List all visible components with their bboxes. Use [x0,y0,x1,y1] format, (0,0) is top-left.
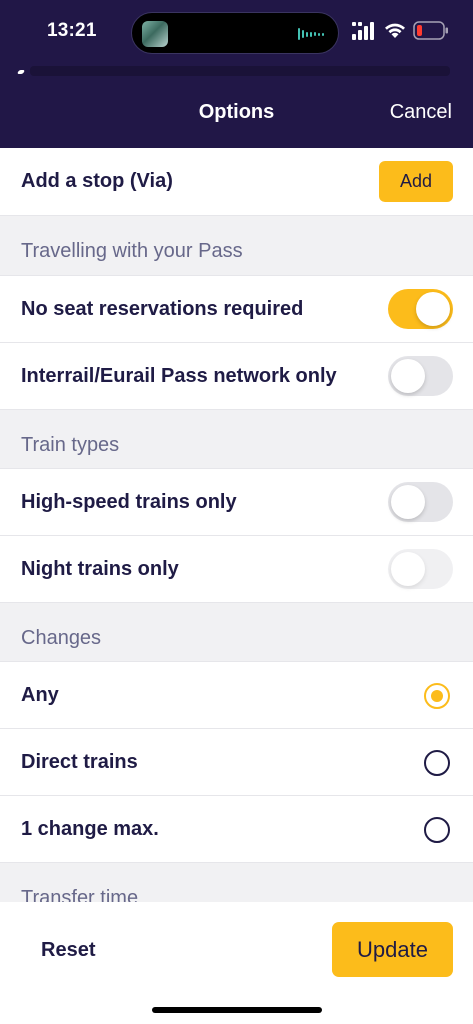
change-option-direct[interactable]: Direct trains [0,729,473,796]
audio-wave-icon [298,27,326,41]
cellular-signal-icon [352,22,374,40]
wifi-icon [385,23,405,38]
battery-low-icon [413,21,448,40]
option-row-pass-network-only: Interrail/Eurail Pass network only [0,343,473,410]
option-label: Any [21,684,59,706]
any-radio[interactable] [424,683,450,709]
status-time: 13:21 [47,20,97,41]
option-label: 1 change max. [21,818,159,840]
section-label: Travelling with your Pass [21,240,243,262]
option-label: No seat reservations required [21,298,304,320]
option-label: Direct trains [21,751,138,773]
sheet-backdrop-edge [30,66,450,76]
option-label: Interrail/Eurail Pass network only [21,365,337,387]
direct-trains-radio[interactable] [424,750,450,776]
footer-bar: Reset Update [0,902,473,1024]
section-label: Transfer time [21,887,139,902]
toggle-knob [416,292,450,326]
section-header-changes: Changes [0,603,473,662]
one-change-max-radio[interactable] [424,817,450,843]
night-trains-toggle[interactable] [388,549,453,589]
option-label: Night trains only [21,558,179,580]
section-label: Train types [21,434,120,456]
option-row-night-trains: Night trains only [0,536,473,603]
home-indicator[interactable] [152,1007,322,1013]
status-bar: 13:21 [0,0,473,64]
section-header-transfer-time: Transfer time [0,863,473,902]
section-header-pass: Travelling with your Pass [0,216,473,276]
options-list[interactable]: Add a stop (Via) Add Travelling with you… [0,148,473,902]
toggle-knob [391,359,425,393]
toggle-knob [391,485,425,519]
section-header-train-types: Train types [0,410,473,469]
update-button[interactable]: Update [332,922,453,977]
backdrop-mark [16,70,26,74]
reset-button[interactable]: Reset [41,939,95,962]
high-speed-toggle[interactable] [388,482,453,522]
option-row-no-seat-reservations: No seat reservations required [0,276,473,343]
section-label: Changes [21,627,102,649]
cancel-button[interactable]: Cancel [390,101,452,124]
dynamic-island [131,12,339,54]
add-stop-button[interactable]: Add [379,161,453,202]
via-label: Add a stop (Via) [21,170,173,192]
option-row-high-speed: High-speed trains only [0,469,473,536]
via-row: Add a stop (Via) Add [0,148,473,216]
option-label: High-speed trains only [21,491,237,513]
header-bar: 13:21 Options Cancel [0,0,473,148]
pass-network-only-toggle[interactable] [388,356,453,396]
toggle-knob [391,552,425,586]
change-option-one-max[interactable]: 1 change max. [0,796,473,863]
change-option-any[interactable]: Any [0,662,473,729]
now-playing-artwork [142,21,168,47]
no-seat-reservations-toggle[interactable] [388,289,453,329]
